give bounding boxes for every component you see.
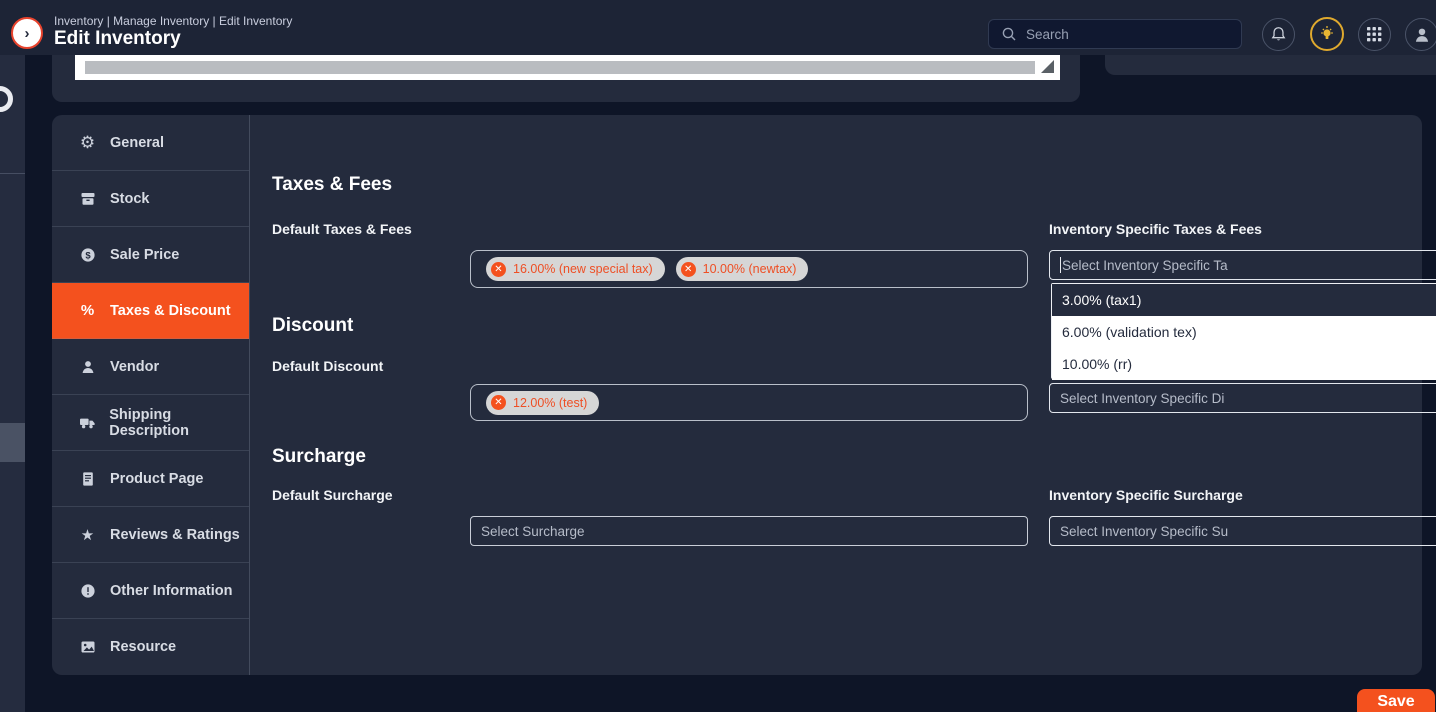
nav-item-stock[interactable]: Stock	[52, 171, 249, 227]
rich-text-editor-bottom[interactable]	[75, 55, 1060, 80]
bell-icon	[1270, 26, 1287, 43]
discount-heading: Discount	[272, 315, 353, 337]
side-panel-card-bottom	[1105, 55, 1436, 75]
chevron-right-icon: ›	[25, 25, 30, 42]
inventory-specific-surcharge-select[interactable]: Select Inventory Specific Su	[1049, 516, 1436, 546]
edit-inventory-card: ⚙ General Stock $	[52, 115, 1422, 675]
dropdown-option[interactable]: 3.00% (tax1)	[1052, 284, 1436, 316]
surcharge-heading: Surcharge	[272, 446, 366, 468]
percent-icon: %	[78, 302, 97, 319]
truck-icon	[78, 415, 96, 431]
page-title: Edit Inventory	[54, 28, 181, 50]
gear-icon: ⚙	[78, 133, 97, 153]
description-editor-card	[52, 55, 1080, 102]
tips-button[interactable]	[1310, 17, 1344, 51]
nav-item-other-information[interactable]: Other Information	[52, 563, 249, 619]
save-button[interactable]: Save	[1357, 689, 1435, 712]
stock-boxes-icon	[78, 191, 97, 207]
default-discount-label: Default Discount	[272, 358, 383, 374]
breadcrumb: Inventory | Manage Inventory | Edit Inve…	[54, 14, 292, 28]
nav-item-product-page[interactable]: Product Page	[52, 451, 249, 507]
tax-chip: ✕ 10.00% (newtax)	[676, 257, 809, 281]
user-profile-button[interactable]	[1405, 18, 1436, 51]
dropdown-option[interactable]: 6.00% (validation tex)	[1052, 316, 1436, 348]
taxes-dropdown-list: 3.00% (tax1) 6.00% (validation tex) 10.0…	[1051, 283, 1436, 379]
alert-circle-icon	[78, 583, 97, 599]
document-icon	[78, 471, 97, 487]
nav-item-taxes-discount[interactable]: % Taxes & Discount	[52, 283, 249, 339]
collapsed-nav-rail	[0, 55, 25, 712]
editor-resize-handle-icon[interactable]	[1041, 60, 1054, 73]
nav-item-general[interactable]: ⚙ General	[52, 115, 249, 171]
global-search[interactable]	[988, 19, 1242, 49]
avatar-person-icon	[1413, 26, 1431, 44]
inventory-specific-discount-select[interactable]: Select Inventory Specific Di	[1049, 383, 1436, 413]
section-nav: ⚙ General Stock $	[52, 115, 250, 675]
svg-text:$: $	[85, 250, 91, 261]
default-taxes-chip-box[interactable]: ✕ 16.00% (new special tax) ✕ 10.00% (new…	[470, 250, 1028, 288]
image-icon	[78, 639, 97, 655]
nav-item-sale-price[interactable]: $ Sale Price	[52, 227, 249, 283]
tax-chip: ✕ 16.00% (new special tax)	[486, 257, 665, 281]
star-icon: ★	[78, 526, 97, 544]
inventory-specific-taxes-select[interactable]: Select Inventory Specific Ta	[1049, 250, 1436, 280]
edit-inventory-page: › Inventory | Manage Inventory | Edit In…	[0, 0, 1436, 712]
lightbulb-icon	[1318, 25, 1336, 43]
inventory-specific-taxes-label: Inventory Specific Taxes & Fees	[1049, 221, 1262, 237]
dropdown-option[interactable]: 10.00% (rr)	[1052, 348, 1436, 380]
text-cursor	[1060, 257, 1061, 273]
editor-horizontal-scrollbar[interactable]	[85, 61, 1035, 74]
discount-chip: ✕ 12.00% (test)	[486, 391, 599, 415]
default-surcharge-input[interactable]: Select Surcharge	[470, 516, 1028, 546]
inventory-specific-surcharge-label: Inventory Specific Surcharge	[1049, 487, 1243, 503]
taxes-fees-heading: Taxes & Fees	[272, 174, 392, 196]
nav-item-resource[interactable]: Resource	[52, 619, 249, 675]
default-discount-chip-box[interactable]: ✕ 12.00% (test)	[470, 384, 1028, 421]
dollar-circle-icon: $	[78, 247, 97, 263]
sidebar-expand-button[interactable]: ›	[11, 17, 43, 49]
nav-item-vendor[interactable]: Vendor	[52, 339, 249, 395]
top-header: › Inventory | Manage Inventory | Edit In…	[0, 0, 1436, 55]
search-input[interactable]	[1017, 27, 1241, 42]
remove-chip-icon[interactable]: ✕	[491, 395, 506, 410]
grid-icon	[1367, 27, 1382, 42]
nav-item-reviews-ratings[interactable]: ★ Reviews & Ratings	[52, 507, 249, 563]
default-taxes-label: Default Taxes & Fees	[272, 221, 412, 237]
rail-scrollbar-thumb[interactable]	[0, 423, 25, 462]
apps-menu-button[interactable]	[1358, 18, 1391, 51]
nav-item-shipping-description[interactable]: Shipping Description	[52, 395, 249, 451]
rail-divider	[0, 173, 25, 174]
person-icon	[78, 359, 97, 375]
remove-chip-icon[interactable]: ✕	[491, 262, 506, 277]
remove-chip-icon[interactable]: ✕	[681, 262, 696, 277]
default-surcharge-label: Default Surcharge	[272, 487, 393, 503]
notifications-button[interactable]	[1262, 18, 1295, 51]
search-icon	[1001, 26, 1017, 42]
taxes-discount-panel: Taxable Taxes & Fees Add Tax Rate Defaul…	[250, 115, 1422, 675]
